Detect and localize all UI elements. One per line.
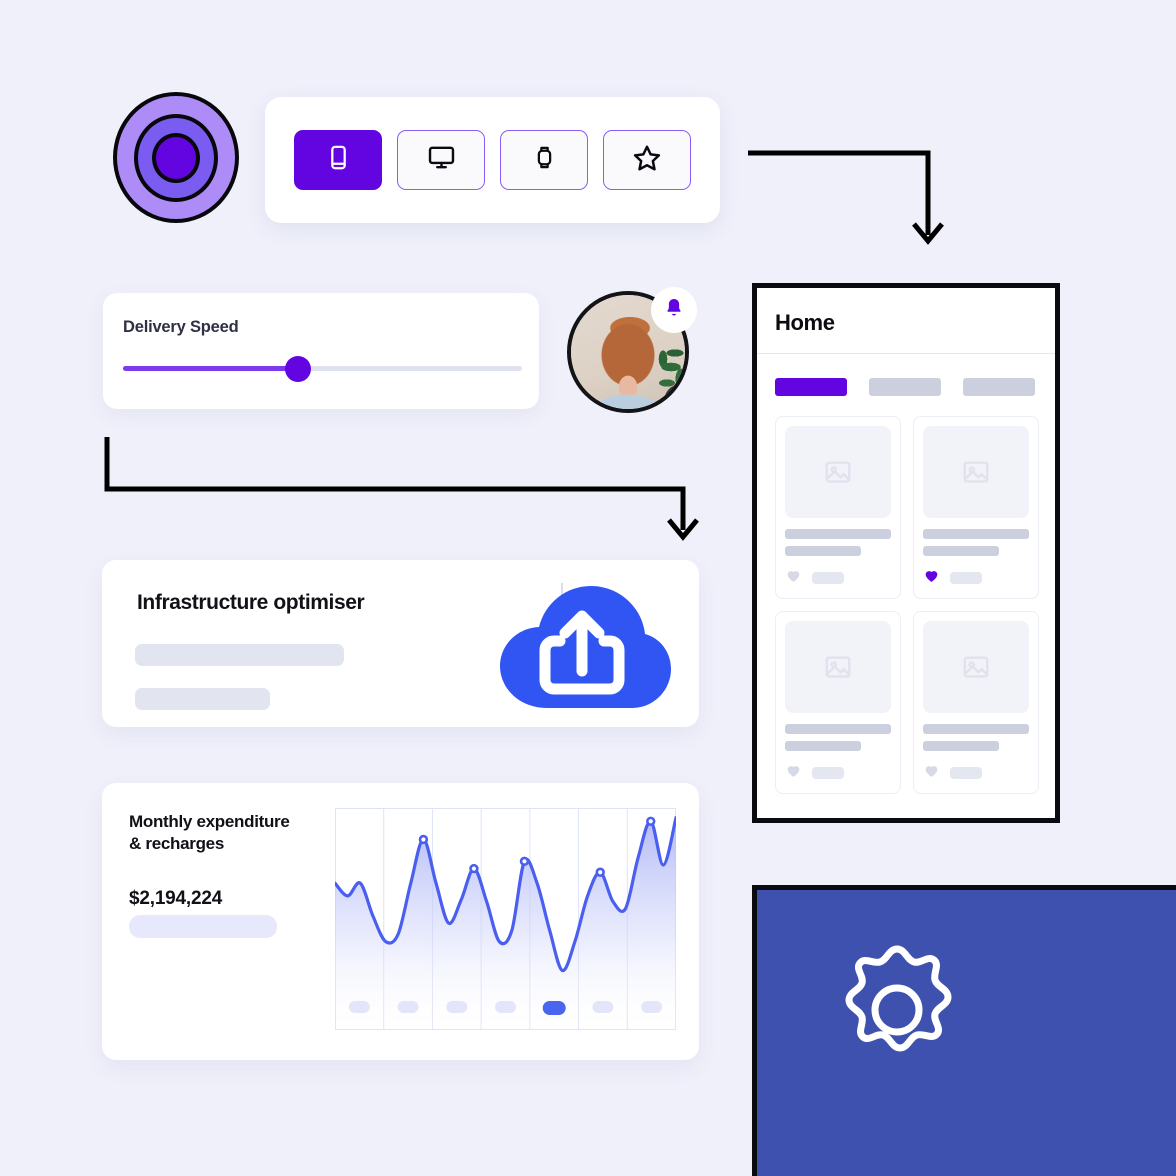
post-footer <box>785 567 891 589</box>
page-title: Home <box>775 310 835 335</box>
design-canvas: Delivery Speed Infrastructure optimiser <box>0 0 1176 1176</box>
device-type-toolbar <box>265 97 720 223</box>
placeholder-line <box>129 915 277 938</box>
chart-peak-markers <box>418 816 656 877</box>
chart-amount-value: $2,194,224 <box>129 888 223 909</box>
placeholder-line <box>135 644 344 666</box>
slider-fill <box>123 366 298 371</box>
heart-icon[interactable] <box>785 567 802 589</box>
user-avatar[interactable] <box>567 287 697 413</box>
image-placeholder-icon <box>923 621 1029 713</box>
connector-toolbar-to-phone <box>748 150 944 245</box>
post-card[interactable] <box>775 611 901 794</box>
chart-column-pill[interactable] <box>348 1001 370 1013</box>
phone-mockup: Home <box>752 283 1060 823</box>
placeholder-line <box>785 741 862 751</box>
delivery-speed-card: Delivery Speed <box>103 293 539 409</box>
chart-column-pill[interactable] <box>495 1001 516 1013</box>
mobile-phone-icon <box>325 144 352 176</box>
placeholder-line <box>923 529 1029 539</box>
heart-icon[interactable] <box>923 762 940 784</box>
heart-icon[interactable] <box>923 567 940 589</box>
phone-header: Home <box>757 288 1055 354</box>
image-placeholder-icon <box>785 621 891 713</box>
cloud-upload-icon <box>495 575 672 720</box>
device-button-mobile[interactable] <box>294 130 382 190</box>
post-footer <box>785 762 891 784</box>
post-card[interactable] <box>775 416 901 599</box>
chart-peak-marker <box>646 816 656 826</box>
phone-tab-bar <box>775 378 1035 396</box>
settings-panel <box>752 885 1176 1176</box>
post-footer <box>923 567 1029 589</box>
chart-title-line2: & recharges <box>129 834 224 854</box>
smart-watch-icon <box>531 144 558 176</box>
post-footer <box>923 762 1029 784</box>
post-card[interactable] <box>913 611 1039 794</box>
device-button-desktop[interactable] <box>397 130 485 190</box>
placeholder-pill <box>812 767 844 779</box>
slider-thumb[interactable] <box>285 356 311 382</box>
chart-title: Monthly expenditure & recharges <box>129 811 319 855</box>
delivery-speed-label: Delivery Speed <box>123 318 239 336</box>
chart-column-pill[interactable] <box>397 1001 419 1013</box>
tab-two[interactable] <box>869 378 941 396</box>
chart-peak-marker <box>418 834 429 845</box>
phone-post-grid <box>775 416 1039 794</box>
chart-title-line1: Monthly expenditure <box>129 812 290 831</box>
chart-column-pill[interactable] <box>592 1001 614 1013</box>
chart-svg <box>335 808 676 1030</box>
notification-badge[interactable] <box>651 287 697 333</box>
chart-peak-marker <box>519 856 530 867</box>
placeholder-line <box>135 688 270 710</box>
placeholder-line <box>785 546 862 556</box>
placeholder-line <box>923 546 1000 556</box>
infrastructure-optimiser-title: Infrastructure optimiser <box>137 591 365 614</box>
placeholder-line <box>785 724 891 734</box>
placeholder-pill <box>950 572 982 584</box>
chart-column-pill[interactable] <box>446 1001 468 1013</box>
chart-peak-marker <box>595 867 605 877</box>
device-button-favourite[interactable] <box>603 130 691 190</box>
tab-one[interactable] <box>775 378 847 396</box>
gear-icon[interactable] <box>827 940 967 1085</box>
device-button-watch[interactable] <box>500 130 588 190</box>
bell-icon <box>663 297 685 324</box>
logo-ring-middle <box>134 113 218 202</box>
heart-icon[interactable] <box>785 762 802 784</box>
placeholder-line <box>923 741 1000 751</box>
image-placeholder-icon <box>923 426 1029 518</box>
placeholder-pill <box>950 767 982 779</box>
connector-delivery-to-infra <box>104 437 699 541</box>
delivery-speed-slider[interactable] <box>123 356 522 382</box>
chart-column-pill[interactable] <box>542 1001 566 1015</box>
chart-peak-marker <box>469 863 479 874</box>
desktop-monitor-icon <box>427 143 456 177</box>
placeholder-line <box>785 529 891 539</box>
tab-three[interactable] <box>963 378 1035 396</box>
chart-column-pill[interactable] <box>641 1001 663 1013</box>
logo-ring-inner <box>152 132 200 183</box>
star-icon <box>632 143 662 178</box>
placeholder-line <box>923 724 1029 734</box>
image-placeholder-icon <box>785 426 891 518</box>
monthly-expenditure-card: Monthly expenditure & recharges $2,194,22… <box>102 783 699 1060</box>
expenditure-area-chart <box>335 808 676 1030</box>
post-card[interactable] <box>913 416 1039 599</box>
concentric-circles-logo <box>113 92 239 223</box>
placeholder-pill <box>812 572 844 584</box>
